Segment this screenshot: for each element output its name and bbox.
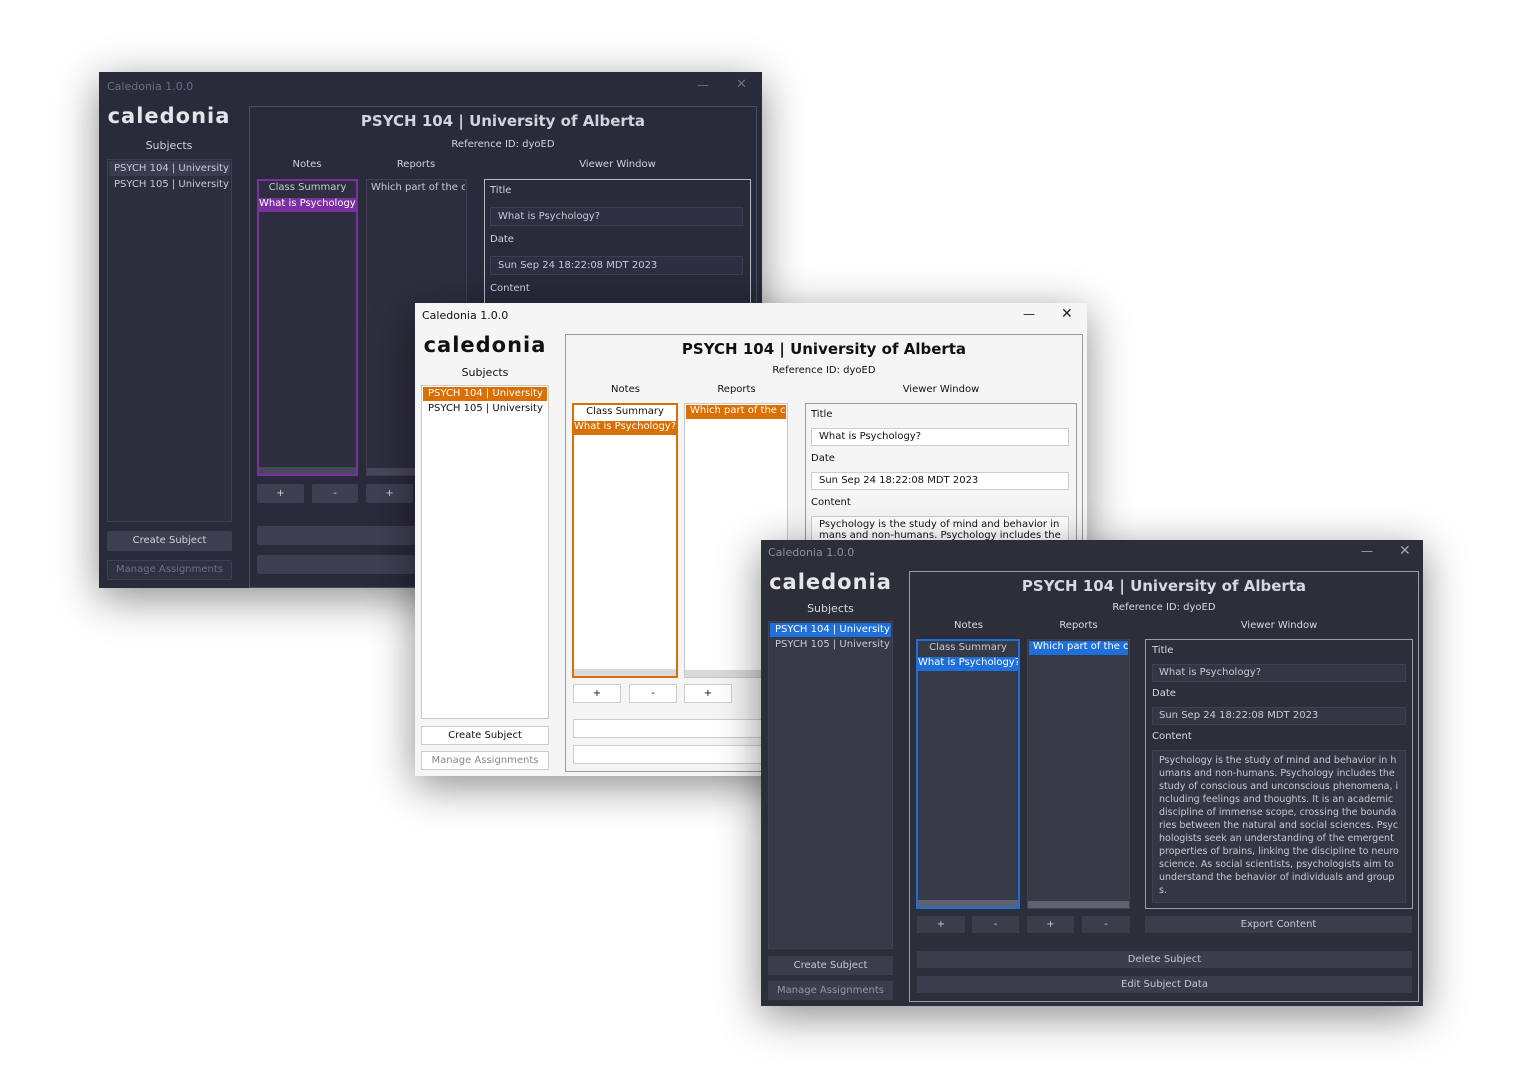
minimize-icon[interactable]: —: [1361, 544, 1373, 558]
add-note-button[interactable]: +: [917, 916, 965, 933]
minimize-icon[interactable]: —: [1023, 307, 1035, 321]
reference-id: Reference ID: dyoED: [1112, 602, 1216, 613]
viewer-window-label: Viewer Window: [902, 384, 980, 395]
content-label: Content: [1152, 731, 1192, 742]
date-field[interactable]: Sun Sep 24 18:22:08 MDT 2023: [490, 256, 743, 275]
subject-item[interactable]: PSYCH 104 | University ...: [109, 161, 230, 176]
content-label: Content: [811, 497, 851, 508]
subject-title: PSYCH 104 | University of Alberta: [1021, 577, 1307, 595]
reports-label: Reports: [1059, 620, 1098, 631]
report-item-selected[interactable]: Which part of the cl...: [686, 405, 786, 419]
notes-label: Notes: [611, 384, 640, 395]
remove-report-button[interactable]: -: [1082, 916, 1130, 933]
add-note-button[interactable]: +: [257, 484, 304, 503]
add-report-button[interactable]: +: [366, 484, 413, 503]
app-logo: caledonia: [769, 570, 892, 594]
title-field[interactable]: What is Psychology?: [1152, 664, 1406, 682]
close-icon[interactable]: ✕: [1061, 306, 1073, 322]
manage-assignments-button[interactable]: Manage Assignments: [768, 981, 893, 1000]
notes-scrollbar[interactable]: [259, 467, 356, 474]
add-note-button[interactable]: +: [573, 684, 621, 703]
notes-list: Class Summary What is Psychology?: [572, 403, 678, 678]
subject-title: PSYCH 104 | University of Alberta: [360, 112, 646, 130]
notes-list: Class Summary What is Psychology?: [916, 639, 1020, 909]
add-report-button[interactable]: +: [1027, 916, 1074, 933]
viewer-window-label: Viewer Window: [579, 159, 656, 170]
delete-subject-button[interactable]: Delete Subject: [917, 951, 1412, 968]
date-label: Date: [490, 234, 514, 245]
date-field[interactable]: Sun Sep 24 18:22:08 MDT 2023: [1152, 707, 1406, 725]
create-subject-button[interactable]: Create Subject: [421, 726, 549, 745]
reports-list: Which part of the cl...: [1027, 639, 1130, 909]
note-item-selected[interactable]: What is Psychology?: [259, 198, 356, 212]
create-subject-button[interactable]: Create Subject: [107, 531, 232, 551]
subjects-label: Subjects: [461, 366, 509, 379]
window-title: Caledonia 1.0.0: [768, 546, 855, 559]
date-label: Date: [1152, 688, 1176, 699]
edit-subject-data-button[interactable]: Edit Subject Data: [917, 976, 1412, 993]
note-item-selected[interactable]: What is Psychology?: [918, 657, 1018, 671]
add-report-button[interactable]: +: [684, 684, 732, 703]
title-field[interactable]: What is Psychology?: [490, 207, 743, 226]
content-text-line: Psychology is the study of mind and beha…: [819, 519, 1061, 530]
reports-label: Reports: [717, 384, 756, 395]
subject-item-selected[interactable]: PSYCH 104 | University ...: [423, 387, 547, 401]
content-textarea[interactable]: Psychology is the study of mind and beha…: [1152, 750, 1406, 903]
subject-title: PSYCH 104 | University of Alberta: [681, 340, 967, 358]
subject-item-selected[interactable]: PSYCH 104 | University ...: [770, 623, 891, 637]
export-content-button[interactable]: Export Content: [1145, 916, 1412, 933]
notes-list: Class Summary What is Psychology?: [257, 179, 358, 476]
date-label: Date: [811, 453, 835, 464]
caledonia-window-blue-theme: Caledonia 1.0.0 — ✕ caledonia Subjects P…: [761, 540, 1423, 1006]
notes-scrollbar[interactable]: [918, 900, 1018, 907]
note-item[interactable]: Class Summary: [918, 642, 1018, 656]
manage-assignments-button[interactable]: Manage Assignments: [421, 751, 549, 770]
subjects-list: PSYCH 104 | University ... PSYCH 105 | U…: [107, 159, 232, 522]
notes-label: Notes: [292, 159, 322, 170]
note-item[interactable]: Class Summary: [574, 406, 676, 420]
reports-label: Reports: [396, 159, 436, 170]
subjects-label: Subjects: [807, 602, 854, 615]
window-title: Caledonia 1.0.0: [422, 309, 509, 322]
viewer-window-label: Viewer Window: [1240, 620, 1318, 631]
manage-assignments-button[interactable]: Manage Assignments: [107, 560, 232, 580]
reference-id: Reference ID: dyoED: [772, 365, 876, 376]
note-item-selected[interactable]: What is Psychology?: [574, 421, 676, 435]
notes-scrollbar[interactable]: [574, 669, 676, 676]
minimize-icon[interactable]: —: [697, 78, 709, 92]
close-icon[interactable]: ✕: [1399, 543, 1411, 559]
create-subject-button[interactable]: Create Subject: [768, 956, 893, 975]
app-logo: caledonia: [107, 104, 231, 128]
subjects-list: PSYCH 104 | University ... PSYCH 105 | U…: [768, 621, 893, 949]
subjects-label: Subjects: [145, 139, 193, 152]
reference-id: Reference ID: dyoED: [451, 139, 555, 150]
remove-note-button[interactable]: -: [312, 484, 358, 503]
title-label: Title: [1152, 645, 1174, 656]
subjects-list: PSYCH 104 | University ... PSYCH 105 | U…: [421, 385, 549, 719]
reports-scrollbar[interactable]: [1028, 901, 1129, 908]
note-item[interactable]: Class Summary: [259, 182, 356, 196]
title-field[interactable]: What is Psychology?: [811, 428, 1069, 446]
window-title: Caledonia 1.0.0: [107, 80, 194, 93]
date-field[interactable]: Sun Sep 24 18:22:08 MDT 2023: [811, 472, 1069, 490]
subject-item[interactable]: PSYCH 105 | University ...: [423, 402, 547, 416]
app-logo: caledonia: [423, 333, 547, 357]
remove-note-button[interactable]: -: [629, 684, 677, 703]
content-label: Content: [490, 283, 530, 294]
remove-note-button[interactable]: -: [972, 916, 1019, 933]
subject-item[interactable]: PSYCH 105 | University ...: [770, 638, 891, 652]
report-item-selected[interactable]: Which part of the cl...: [1029, 641, 1128, 655]
close-icon[interactable]: ✕: [736, 77, 747, 92]
title-label: Title: [811, 409, 833, 420]
title-label: Title: [490, 185, 512, 196]
notes-label: Notes: [954, 620, 983, 631]
subject-item[interactable]: PSYCH 105 | University ...: [109, 177, 230, 192]
report-item[interactable]: Which part of the cl...: [368, 182, 465, 196]
